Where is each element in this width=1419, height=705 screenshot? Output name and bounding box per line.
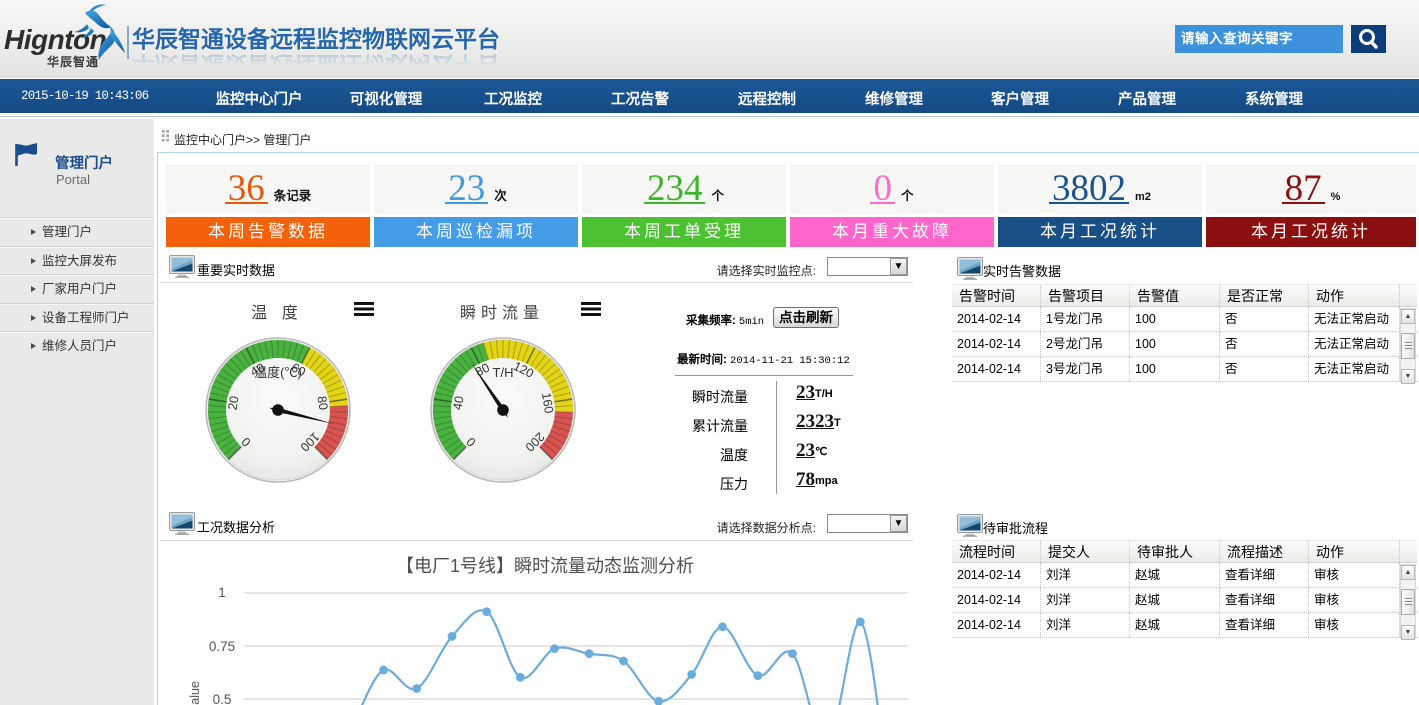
svg-text:T/H: T/H	[492, 365, 513, 380]
svg-text:80: 80	[314, 395, 330, 411]
svg-text:20: 20	[225, 395, 241, 411]
svg-text:温度(℃): 温度(℃)	[254, 365, 302, 380]
svg-text:40: 40	[450, 395, 466, 411]
